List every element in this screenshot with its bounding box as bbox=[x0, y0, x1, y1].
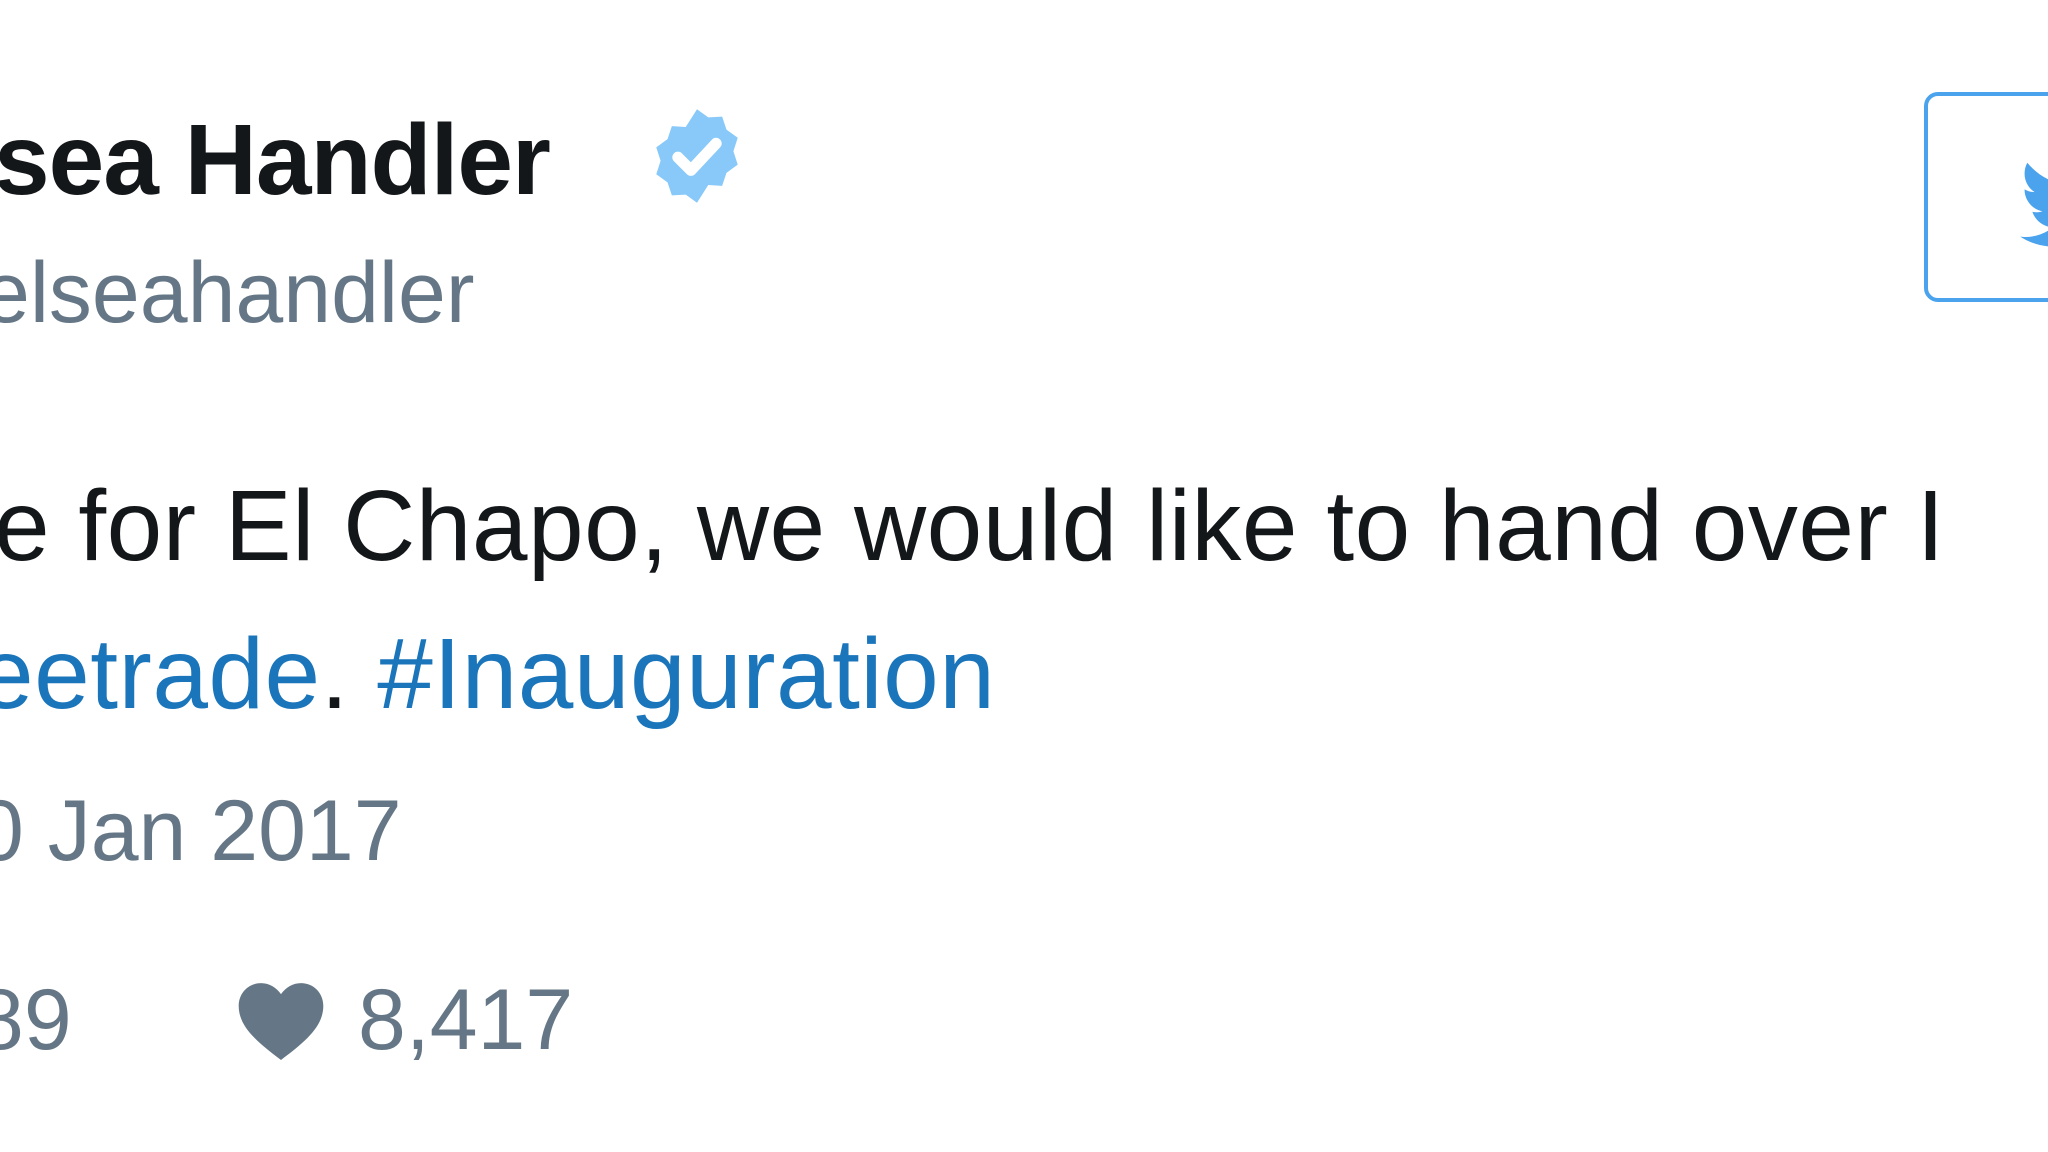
hashtag-link[interactable]: eetrade bbox=[0, 618, 321, 730]
display-name[interactable]: sea Handler bbox=[0, 100, 551, 220]
like-count[interactable]: 8,417 bbox=[358, 960, 573, 1080]
tweet-card: sea Handler elseahandler e for El Chapo,… bbox=[0, 0, 2048, 1152]
tweet-text-punctuation: . bbox=[320, 618, 378, 730]
retweet-count[interactable]: 89 bbox=[0, 960, 72, 1080]
verified-badge-icon bbox=[656, 109, 738, 203]
heart-icon[interactable] bbox=[234, 976, 328, 1064]
twitter-bird-icon bbox=[2020, 162, 2048, 247]
hashtag-inauguration-link[interactable]: #Inauguration bbox=[377, 618, 995, 730]
view-on-twitter-button[interactable] bbox=[1924, 92, 2048, 302]
user-handle[interactable]: elseahandler bbox=[0, 238, 474, 348]
tweet-timestamp[interactable]: 0 Jan 2017 bbox=[0, 776, 402, 886]
tweet-text-line-1: e for El Chapo, we would like to hand ov… bbox=[0, 470, 1945, 582]
tweet-text-line-2: eetrade. #Inauguration bbox=[0, 614, 995, 734]
